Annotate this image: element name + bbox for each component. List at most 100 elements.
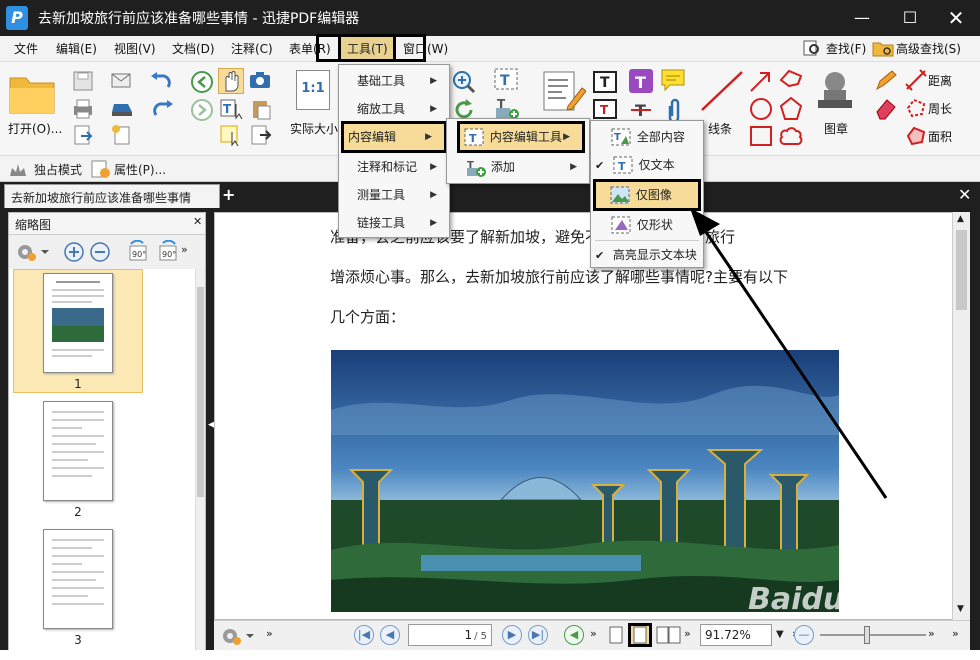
arrow-tool-icon[interactable] xyxy=(748,68,774,97)
status-options-icon[interactable] xyxy=(220,625,254,650)
pencil-icon[interactable] xyxy=(874,68,898,95)
highlight-text-icon[interactable]: T xyxy=(628,68,654,97)
scroll-down-icon[interactable]: ▼ xyxy=(957,604,964,614)
ellipse-tool-icon[interactable] xyxy=(748,96,774,125)
zoom-in-icon[interactable] xyxy=(452,70,476,97)
redo-icon[interactable] xyxy=(150,98,174,123)
find-button[interactable]: 查找(F) xyxy=(826,40,866,57)
continuous-page-icon[interactable] xyxy=(628,623,652,647)
document-scrollbar[interactable]: ▲ ▼ xyxy=(952,212,970,620)
distance-label[interactable]: 距离 xyxy=(928,72,952,89)
select-annotation-icon[interactable] xyxy=(220,124,244,149)
zoom-level-input[interactable]: 91.72% xyxy=(700,624,772,646)
print-icon[interactable] xyxy=(72,98,94,123)
close-window-button[interactable]: ✕ xyxy=(936,4,976,32)
rotate-left-icon[interactable]: 90° xyxy=(127,239,151,267)
menu-file[interactable]: 文件 xyxy=(14,40,38,57)
line-tool-icon[interactable] xyxy=(698,68,746,117)
thumbnail-scrollbar[interactable] xyxy=(195,269,205,655)
thumbnail-zoom-out-icon[interactable] xyxy=(89,241,111,266)
content-edit-add-item[interactable]: T 添加 ▶ xyxy=(447,153,589,181)
zoom-slider-handle[interactable] xyxy=(864,626,870,644)
typewriter-icon[interactable] xyxy=(542,70,587,115)
menu-document[interactable]: 文档(D) xyxy=(172,40,215,57)
tools-menu-link[interactable]: 链接工具 ▶ xyxy=(339,209,449,237)
menu-tools[interactable]: 工具(T) xyxy=(338,34,396,62)
more-options-icon[interactable]: » xyxy=(181,243,188,256)
shape-only-item[interactable]: 仅形状 xyxy=(591,211,703,239)
edit-text-tool-icon[interactable]: T xyxy=(494,68,520,95)
image-only-item[interactable]: 仅图像 xyxy=(593,179,701,211)
close-tab-icon[interactable]: ✕ xyxy=(958,185,971,204)
thumbnail-scroll-thumb[interactable] xyxy=(197,287,204,497)
maximize-button[interactable]: ☐ xyxy=(890,4,930,32)
close-panel-icon[interactable]: ✕ xyxy=(193,215,202,228)
stamp-label[interactable]: 图章 xyxy=(824,120,848,137)
snapshot-icon[interactable] xyxy=(248,70,272,93)
open-folder-icon[interactable] xyxy=(8,70,58,116)
menu-window[interactable]: 窗口(W) xyxy=(403,40,448,57)
menu-edit[interactable]: 编辑(E) xyxy=(56,40,97,57)
open-label[interactable]: 打开(O)... xyxy=(8,120,62,137)
area-label[interactable]: 面积 xyxy=(928,128,952,145)
tools-menu-basic[interactable]: 基础工具 ▶ xyxy=(339,67,449,95)
facing-pages-icon[interactable] xyxy=(656,625,682,648)
all-content-item[interactable]: T 全部内容 xyxy=(591,123,703,151)
perimeter-icon[interactable] xyxy=(904,96,928,123)
hand-tool-icon[interactable] xyxy=(218,68,244,94)
thumbnail-page-1[interactable] xyxy=(43,273,113,373)
stamp-icon[interactable] xyxy=(812,68,858,117)
single-page-icon[interactable] xyxy=(608,625,624,648)
save-icon[interactable] xyxy=(72,70,94,95)
perimeter-label[interactable]: 周长 xyxy=(928,100,952,117)
advanced-find-button[interactable]: 高级查找(S) xyxy=(896,40,961,57)
undo-icon[interactable] xyxy=(150,70,174,95)
previous-page-button[interactable]: ◀ xyxy=(380,625,400,645)
first-page-button[interactable]: |◀ xyxy=(354,625,374,645)
tools-menu-annotate[interactable]: 注释和标记 ▶ xyxy=(339,153,449,181)
cloud-tool-icon[interactable] xyxy=(778,124,804,151)
next-page-button[interactable]: ▶ xyxy=(502,625,522,645)
last-page-button[interactable]: ▶| xyxy=(528,625,548,645)
back-more-icon[interactable]: » xyxy=(590,627,597,640)
extract-icon[interactable] xyxy=(250,124,274,149)
scroll-up-icon[interactable]: ▲ xyxy=(957,214,964,224)
polyline-tool-icon[interactable] xyxy=(778,68,804,97)
zoom-dropdown-icon[interactable]: ▼ xyxy=(776,629,784,640)
actual-size-icon[interactable]: 1:1 xyxy=(296,70,330,110)
properties-button[interactable]: 属性(P)... xyxy=(114,161,166,178)
polygon-tool-icon[interactable] xyxy=(778,96,804,125)
thumbnail-zoom-in-icon[interactable] xyxy=(63,241,85,266)
distance-icon[interactable] xyxy=(904,68,928,95)
minimize-button[interactable]: — xyxy=(842,4,882,32)
page-number-input[interactable]: 1/ 5 xyxy=(408,624,492,646)
slider-more-icon[interactable]: » xyxy=(928,627,935,640)
rectangle-tool-icon[interactable] xyxy=(748,124,774,151)
go-back-button[interactable]: ◀ xyxy=(564,625,584,645)
thumbnail-options-icon[interactable] xyxy=(15,241,49,266)
document-image[interactable] xyxy=(331,350,839,612)
highlight-text-blocks-item[interactable]: ✔ 高亮显示文本块 xyxy=(591,241,703,269)
status-more-icon[interactable]: » xyxy=(266,627,273,640)
text-box-icon[interactable]: T xyxy=(592,70,618,97)
document-scroll-thumb[interactable] xyxy=(956,230,967,310)
tools-menu-content-edit[interactable]: 内容编辑 ▶ xyxy=(341,121,447,153)
previous-view-icon[interactable] xyxy=(190,70,214,97)
eraser-icon[interactable] xyxy=(874,96,898,123)
tools-menu-measure[interactable]: 测量工具 ▶ xyxy=(339,181,449,209)
rotate-right-icon[interactable]: 90° xyxy=(155,239,179,267)
next-view-icon[interactable] xyxy=(190,98,214,125)
zoom-slider[interactable] xyxy=(820,634,926,636)
layout-more-icon[interactable]: » xyxy=(684,627,691,640)
note-icon[interactable] xyxy=(660,68,686,95)
actual-size-label[interactable]: 实际大小 xyxy=(290,120,338,137)
export-icon[interactable] xyxy=(72,124,94,149)
thumbnail-page-3[interactable] xyxy=(43,529,113,629)
new-document-icon[interactable] xyxy=(110,124,134,149)
exclusive-mode-button[interactable]: 独占模式 xyxy=(34,161,82,178)
menu-comment[interactable]: 注释(C) xyxy=(231,40,273,57)
text-only-item[interactable]: ✔ T 仅文本 xyxy=(591,151,703,179)
area-icon[interactable] xyxy=(904,124,928,151)
document-tab[interactable]: 去新加坡旅行前应该准备哪些事情 xyxy=(4,184,220,208)
line-label[interactable]: 线条 xyxy=(708,120,732,137)
